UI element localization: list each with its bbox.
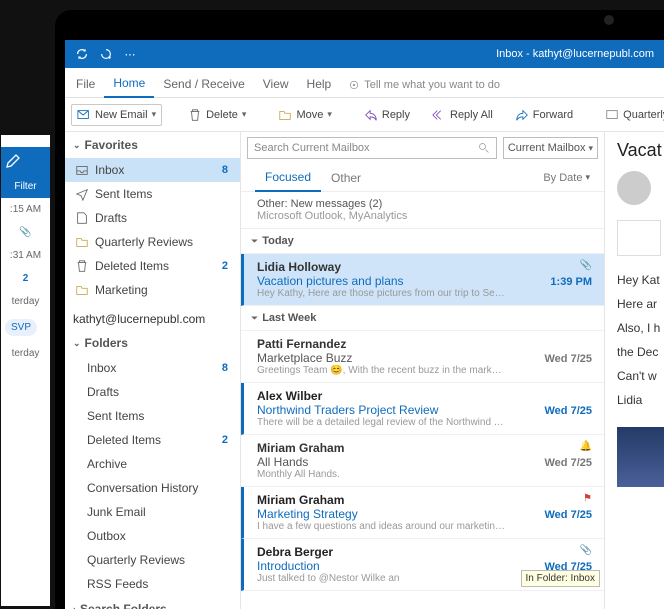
phone-attach-icon: 📎 <box>1 221 50 244</box>
group-header[interactable]: ⏷ Last Week <box>241 306 604 331</box>
other-summary[interactable]: Other: New messages (2) Microsoft Outloo… <box>241 192 604 229</box>
folder-archive[interactable]: Archive <box>65 452 240 476</box>
undo-dropdown-icon[interactable] <box>99 47 113 61</box>
folder-sent-items[interactable]: Sent Items <box>65 404 240 428</box>
tell-me-search[interactable]: Tell me what you want to do <box>348 79 500 97</box>
ribbon: New Email ▾ Delete▾ Move▾ Reply Reply Al… <box>65 98 664 132</box>
message-item[interactable]: Alex WilberNorthwind Traders Project Rev… <box>241 383 604 435</box>
reading-line: Here ar <box>617 297 664 311</box>
quickstep-quarterly[interactable]: Quarterly Re… <box>599 104 664 126</box>
tab-view[interactable]: View <box>254 71 298 97</box>
ribbon-tabs: File Home Send / Receive View Help Tell … <box>65 68 664 98</box>
phone-day-1: terday <box>1 290 50 313</box>
new-email-button[interactable]: New Email ▾ <box>71 104 162 126</box>
tablet-frame: ⋯ Inbox - kathyt@lucernepubl.com File Ho… <box>55 10 664 609</box>
phone-time-1: :15 AM <box>1 198 50 221</box>
forward-button[interactable]: Forward <box>509 104 579 126</box>
folder-conversation-history[interactable]: Conversation History <box>65 476 240 500</box>
sender-avatar[interactable] <box>617 171 651 205</box>
phone-compose-icon[interactable] <box>1 147 50 175</box>
main-area: ⌄Favorites Inbox8Sent ItemsDraftsQuarter… <box>65 132 664 609</box>
folder-tooltip: In Folder: Inbox <box>521 570 600 587</box>
move-button[interactable]: Move▾ <box>272 104 337 126</box>
sync-icon[interactable] <box>75 47 89 61</box>
folder-pane: ⌄Favorites Inbox8Sent ItemsDraftsQuarter… <box>65 132 241 609</box>
folder-deleted-items[interactable]: Deleted Items2 <box>65 254 240 278</box>
account-header[interactable]: kathyt@lucernepubl.com <box>65 302 240 330</box>
search-input[interactable]: Search Current Mailbox <box>247 137 497 159</box>
reading-line: Can't w <box>617 369 664 383</box>
folder-junk-email[interactable]: Junk Email <box>65 500 240 524</box>
search-folders-header[interactable]: ›Search Folders <box>65 596 240 609</box>
folder-inbox[interactable]: Inbox8 <box>65 356 240 380</box>
reading-line: Hey Kat <box>617 273 664 287</box>
folder-inbox[interactable]: Inbox8 <box>65 158 240 182</box>
reminder-icon: 🔔 <box>580 441 592 452</box>
tab-help[interactable]: Help <box>298 71 341 97</box>
camera-dot <box>604 15 614 25</box>
outlook-window: ⋯ Inbox - kathyt@lucernepubl.com File Ho… <box>65 40 664 609</box>
reading-subject: Vacat <box>617 140 664 161</box>
message-item[interactable]: ⚑Miriam GrahamMarketing StrategyI have a… <box>241 487 604 539</box>
favorites-header[interactable]: ⌄Favorites <box>65 132 240 158</box>
attachment-icon: 📎 <box>580 545 592 556</box>
inline-image <box>617 427 664 487</box>
folder-quarterly-reviews[interactable]: Quarterly Reviews <box>65 230 240 254</box>
reply-all-button[interactable]: Reply All <box>426 104 499 126</box>
tab-send-receive[interactable]: Send / Receive <box>154 71 253 97</box>
tab-home[interactable]: Home <box>104 70 154 98</box>
phone-day-2: terday <box>1 342 50 365</box>
phone-mock: Filter :15 AM 📎 :31 AM 2 terday SVP terd… <box>0 132 50 609</box>
search-icon[interactable] <box>478 142 490 154</box>
message-list-pane: Search Current Mailbox Current Mailbox▾ … <box>241 132 605 609</box>
folder-quarterly-reviews[interactable]: Quarterly Reviews <box>65 548 240 572</box>
phone-badge: 2 <box>1 267 50 290</box>
window-title: Inbox - kathyt@lucernepubl.com <box>496 48 654 60</box>
reading-pane: Vacat Hey Kat Here ar Also, I h the Dec Can'… <box>605 132 664 609</box>
message-item[interactable]: 📎Lidia HollowayVacation pictures and pla… <box>241 254 604 306</box>
tab-file[interactable]: File <box>67 71 104 97</box>
attachment-thumb[interactable] <box>617 220 661 256</box>
folder-rss-feeds[interactable]: RSS Feeds <box>65 572 240 596</box>
reading-line: the Dec <box>617 345 664 359</box>
sort-dropdown[interactable]: By Date▾ <box>543 172 590 184</box>
reading-line: Lidia <box>617 393 664 407</box>
message-item[interactable]: Patti FernandezMarketplace BuzzGreetings… <box>241 331 604 383</box>
delete-button[interactable]: Delete▾ <box>182 104 252 126</box>
attachment-icon: 📎 <box>580 260 592 271</box>
folder-drafts[interactable]: Drafts <box>65 206 240 230</box>
folder-sent-items[interactable]: Sent Items <box>65 182 240 206</box>
phone-filter[interactable]: Filter <box>1 175 50 198</box>
flag-icon: ⚑ <box>583 493 592 504</box>
phone-rsvp-button[interactable]: SVP <box>5 319 37 336</box>
other-tab[interactable]: Other <box>321 165 371 191</box>
folder-deleted-items[interactable]: Deleted Items2 <box>65 428 240 452</box>
title-bar: ⋯ Inbox - kathyt@lucernepubl.com <box>65 40 664 68</box>
folders-header[interactable]: ⌄Folders <box>65 330 240 356</box>
phone-time-2: :31 AM <box>1 244 50 267</box>
folder-marketing[interactable]: Marketing <box>65 278 240 302</box>
quickbar-overflow-icon[interactable]: ⋯ <box>123 47 137 61</box>
reply-button[interactable]: Reply <box>358 104 416 126</box>
search-scope-dropdown[interactable]: Current Mailbox▾ <box>503 137 598 159</box>
group-header[interactable]: ⏷ Today <box>241 229 604 254</box>
message-item[interactable]: 🔔Miriam GrahamAll HandsMonthly All Hands… <box>241 435 604 487</box>
reading-line: Also, I h <box>617 321 664 335</box>
folder-outbox[interactable]: Outbox <box>65 524 240 548</box>
folder-drafts[interactable]: Drafts <box>65 380 240 404</box>
focused-tab[interactable]: Focused <box>255 164 321 192</box>
